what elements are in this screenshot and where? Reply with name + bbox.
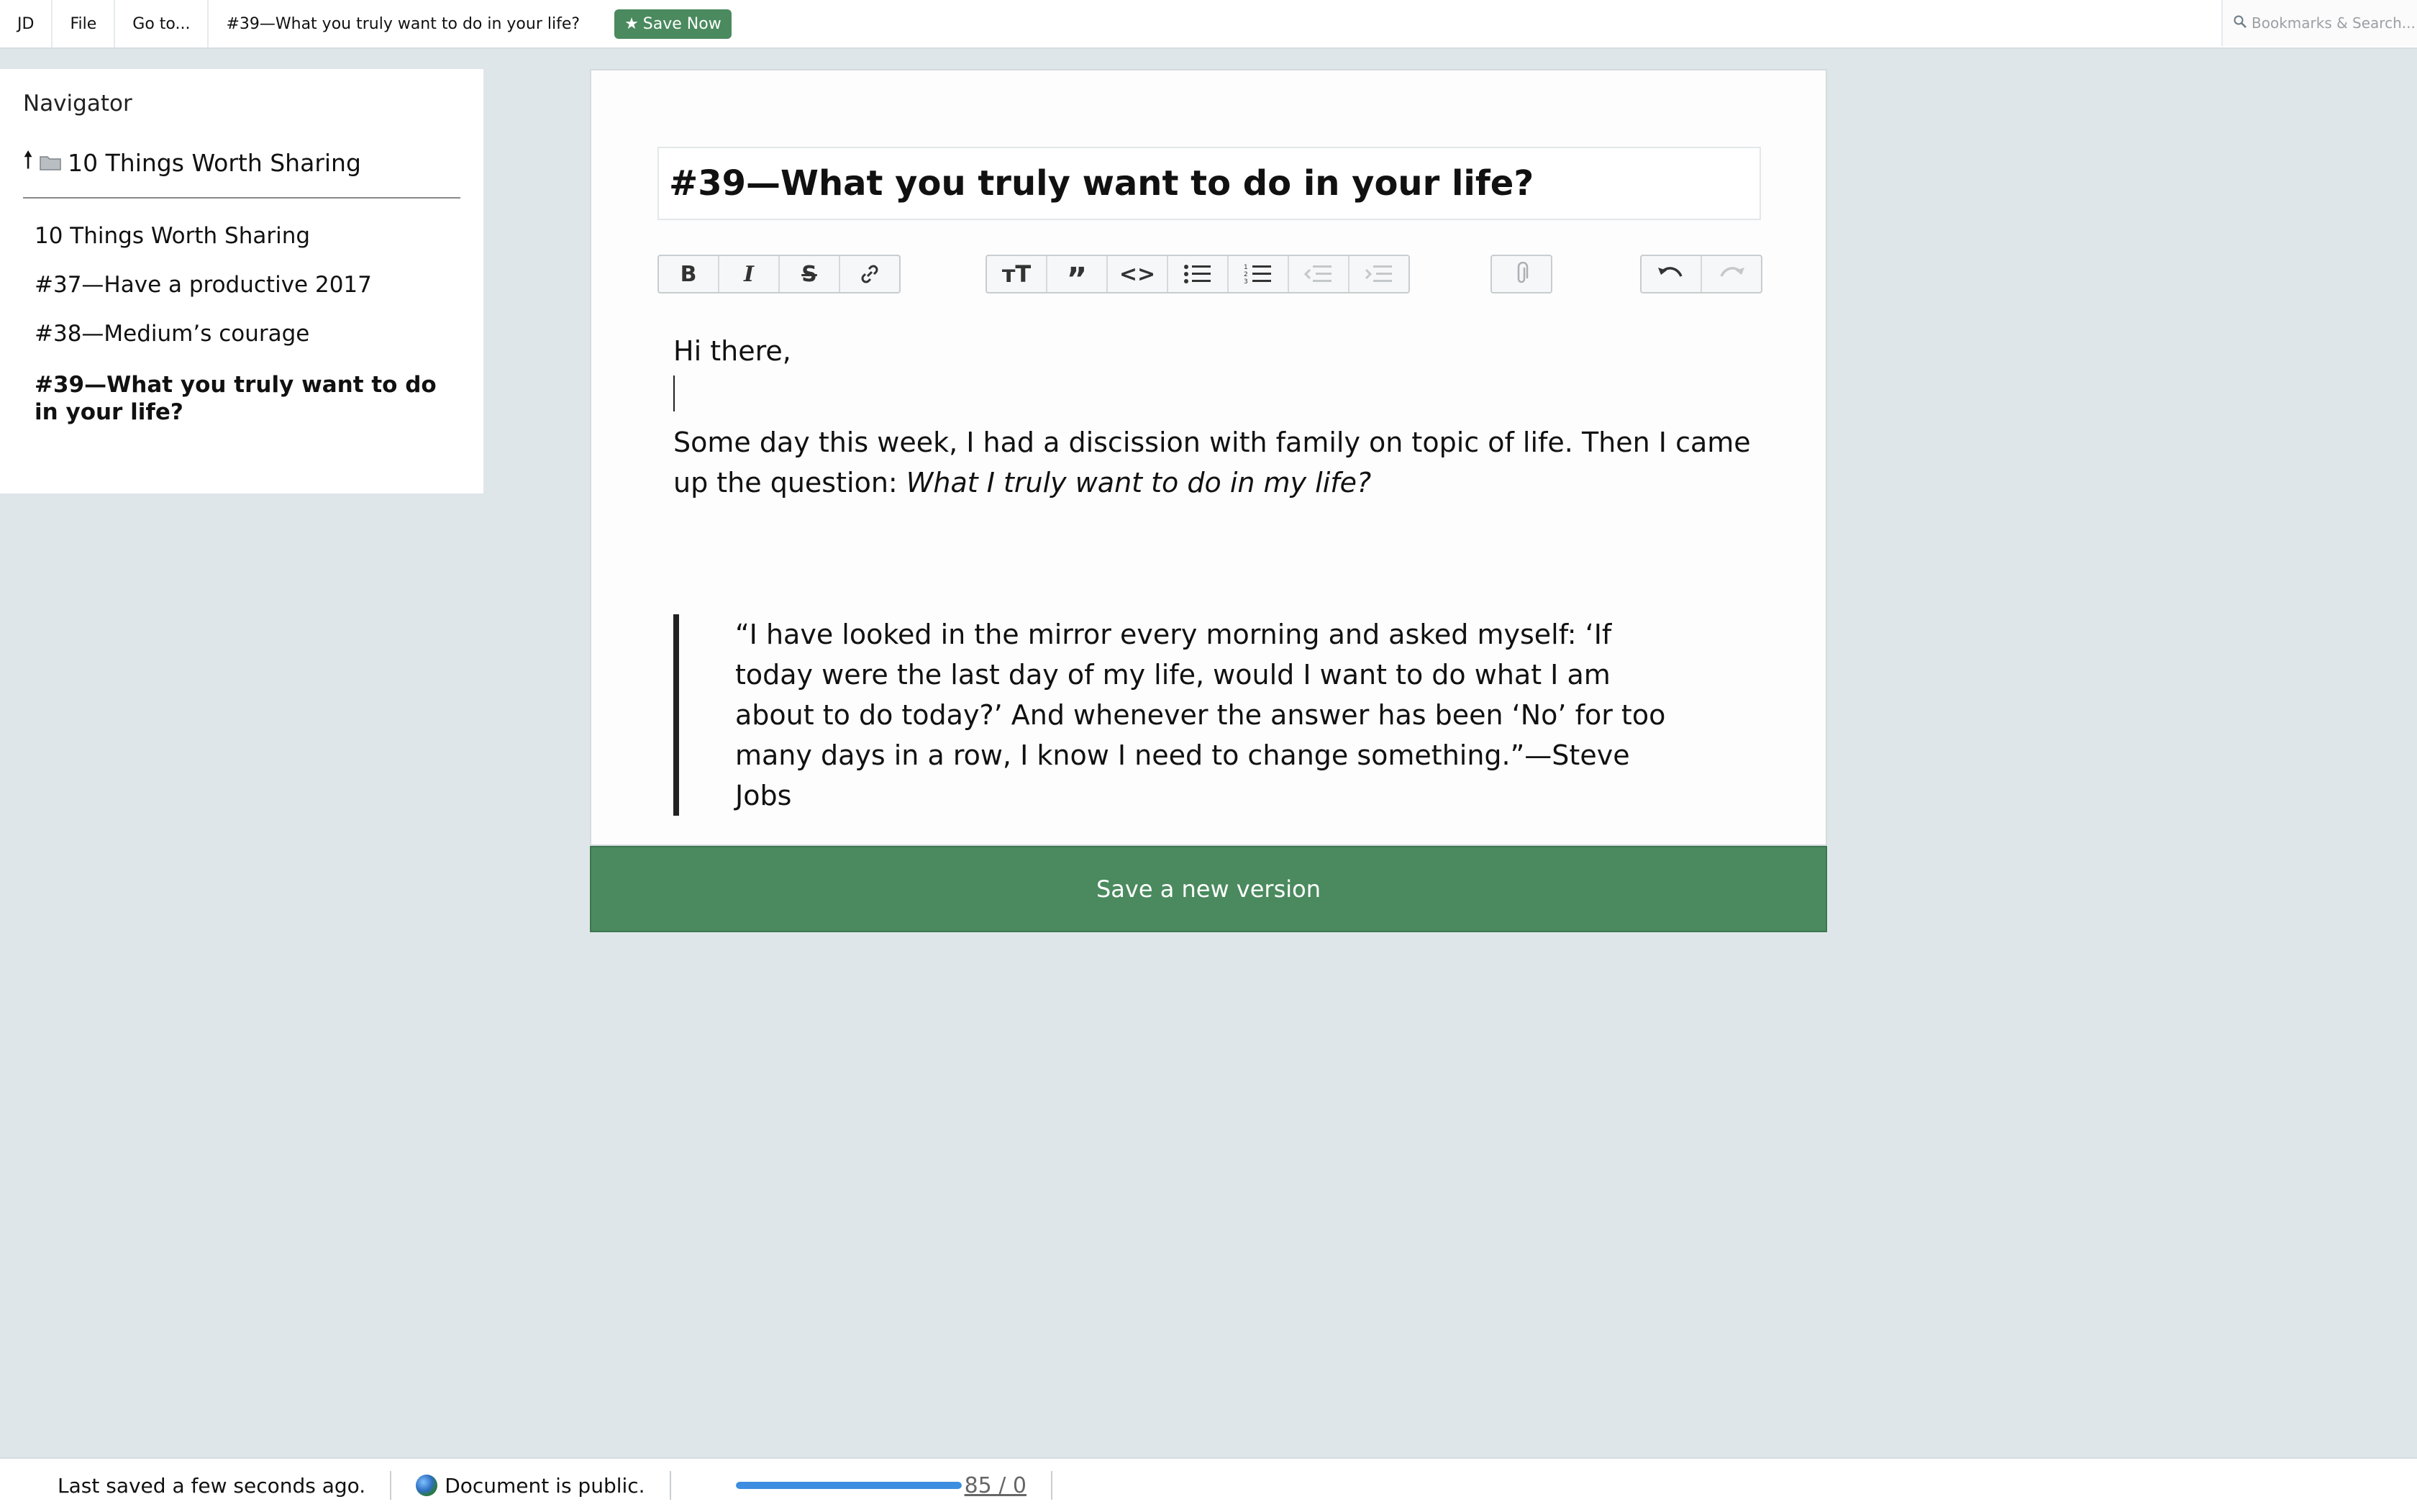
word-count[interactable]: 85 / 0: [965, 1473, 1027, 1498]
blockquote: “I have looked in the mirror every morni…: [673, 614, 1695, 816]
outdent-icon[interactable]: [1289, 256, 1349, 292]
search-placeholder: Bookmarks & Search...: [2252, 14, 2416, 32]
last-saved-status: Last saved a few seconds ago.: [0, 1471, 392, 1500]
svg-text:1: 1: [1244, 264, 1248, 271]
nav-item[interactable]: #37—Have a productive 2017: [35, 260, 460, 309]
visibility-status[interactable]: Document is public.: [391, 1471, 671, 1500]
search-input[interactable]: Bookmarks & Search...: [2221, 0, 2417, 46]
heading-icon[interactable]: тT: [987, 256, 1047, 292]
search-icon: [2233, 14, 2247, 32]
star-icon: ★: [624, 14, 639, 33]
word-progress: 85 / 0: [671, 1471, 1053, 1500]
navigator-list: 10 Things Worth Sharing #37—Have a produ…: [23, 211, 460, 437]
navigator-parent-link[interactable]: 🠕 10 Things Worth Sharing: [23, 142, 460, 199]
undo-icon[interactable]: [1642, 256, 1702, 292]
status-bar: Last saved a few seconds ago. Document i…: [0, 1457, 2417, 1512]
attach-icon[interactable]: [1492, 256, 1551, 292]
svg-text:3: 3: [1244, 278, 1248, 286]
nav-item-current[interactable]: #39—What you truly want to do in your li…: [35, 358, 460, 437]
folder-icon: [39, 149, 62, 177]
progress-bar: [735, 1482, 962, 1489]
numbered-list-icon[interactable]: 123: [1229, 256, 1289, 292]
code-icon[interactable]: <>: [1108, 256, 1168, 292]
emphasis-text: What I truly want to do in my life?: [906, 467, 1372, 498]
attach-toolbar: [1490, 255, 1552, 293]
progress-fill: [735, 1482, 962, 1489]
up-arrow-icon: 🠕: [23, 145, 34, 173]
indent-icon[interactable]: [1349, 256, 1408, 292]
nav-item[interactable]: 10 Things Worth Sharing: [35, 211, 460, 260]
navigator-panel: Navigator 🠕 10 Things Worth Sharing 10 T…: [0, 69, 483, 493]
goto-menu[interactable]: Go to...: [115, 0, 209, 47]
format-toolbar: B I S: [657, 255, 901, 293]
history-toolbar: [1640, 255, 1762, 293]
save-new-version-button[interactable]: Save a new version: [590, 846, 1827, 932]
block-toolbar: тT ” <> 123: [986, 255, 1410, 296]
link-icon[interactable]: [840, 256, 899, 292]
title-input[interactable]: #39—What you truly want to do in your li…: [657, 147, 1761, 220]
quote-icon[interactable]: ”: [1047, 256, 1108, 296]
greeting-paragraph: Hi there,: [673, 335, 791, 367]
nav-item[interactable]: #38—Medium’s courage: [35, 309, 460, 358]
file-menu[interactable]: File: [53, 0, 116, 47]
svg-text:2: 2: [1244, 271, 1248, 278]
editor-body[interactable]: Hi there, Some day this week, I had a di…: [673, 331, 1752, 503]
globe-icon: [416, 1475, 438, 1496]
italic-icon[interactable]: I: [719, 256, 780, 292]
save-now-button[interactable]: ★ Save Now: [614, 9, 732, 39]
bullet-list-icon[interactable]: [1168, 256, 1229, 292]
body-paragraph: Some day this week, I had a discission w…: [673, 427, 1751, 498]
document-title-tab[interactable]: #39—What you truly want to do in your li…: [209, 0, 597, 47]
top-bar: JD File Go to... #39—What you truly want…: [0, 0, 2417, 49]
strikethrough-icon[interactable]: S: [780, 256, 840, 292]
editor-card: #39—What you truly want to do in your li…: [590, 69, 1827, 846]
bold-icon[interactable]: B: [659, 256, 719, 292]
redo-icon[interactable]: [1702, 256, 1761, 292]
text-caret: [673, 371, 1752, 422]
user-menu[interactable]: JD: [0, 0, 53, 47]
navigator-title: Navigator: [23, 91, 132, 117]
